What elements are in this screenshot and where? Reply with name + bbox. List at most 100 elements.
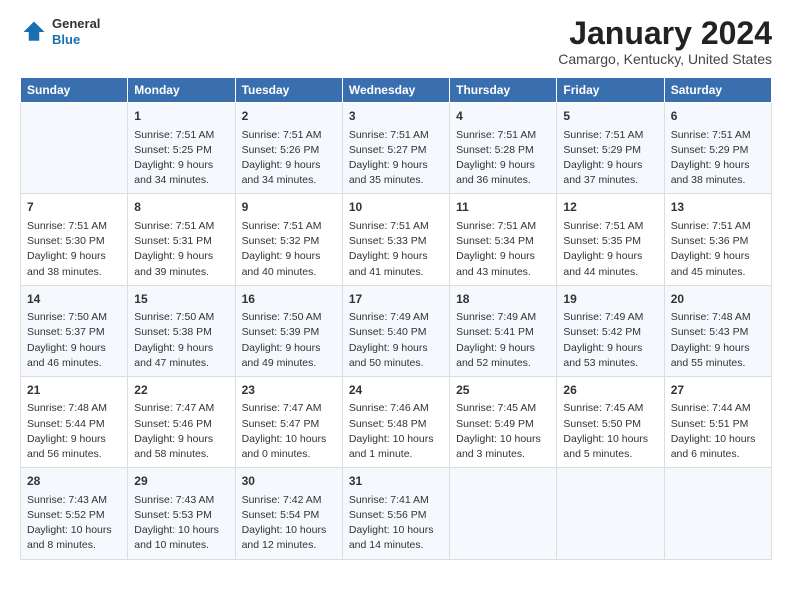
day-header-tuesday: Tuesday	[235, 78, 342, 103]
cell-content: Sunrise: 7:51 AM Sunset: 5:25 PM Dayligh…	[134, 128, 228, 189]
cell-content: Sunrise: 7:48 AM Sunset: 5:44 PM Dayligh…	[27, 401, 121, 462]
cell-content: Sunrise: 7:51 AM Sunset: 5:28 PM Dayligh…	[456, 128, 550, 189]
calendar-cell: 14 Sunrise: 7:50 AM Sunset: 5:37 PM Dayli…	[21, 285, 128, 376]
logo: General Blue	[20, 16, 100, 47]
day-number: 23	[242, 382, 336, 399]
week-row-2: 7 Sunrise: 7:51 AM Sunset: 5:30 PM Daylig…	[21, 194, 772, 285]
cell-content: Sunrise: 7:50 AM Sunset: 5:38 PM Dayligh…	[134, 310, 228, 371]
calendar-cell	[557, 468, 664, 559]
page-header: General Blue January 2024 Camargo, Kentu…	[20, 16, 772, 67]
day-number: 6	[671, 108, 765, 125]
cell-content: Sunrise: 7:51 AM Sunset: 5:29 PM Dayligh…	[671, 128, 765, 189]
calendar-cell: 20 Sunrise: 7:48 AM Sunset: 5:43 PM Dayli…	[664, 285, 771, 376]
cell-content: Sunrise: 7:51 AM Sunset: 5:36 PM Dayligh…	[671, 219, 765, 280]
calendar-cell	[21, 103, 128, 194]
day-number: 15	[134, 291, 228, 308]
calendar-header: SundayMondayTuesdayWednesdayThursdayFrid…	[21, 78, 772, 103]
cell-content: Sunrise: 7:49 AM Sunset: 5:41 PM Dayligh…	[456, 310, 550, 371]
day-number: 7	[27, 199, 121, 216]
day-number: 27	[671, 382, 765, 399]
calendar-cell: 16 Sunrise: 7:50 AM Sunset: 5:39 PM Dayli…	[235, 285, 342, 376]
week-row-5: 28Sunrise: 7:43 AM Sunset: 5:52 PM Dayli…	[21, 468, 772, 559]
day-number: 16	[242, 291, 336, 308]
day-number: 19	[563, 291, 657, 308]
day-header-monday: Monday	[128, 78, 235, 103]
calendar-cell: 27 Sunrise: 7:44 AM Sunset: 5:51 PM Dayli…	[664, 376, 771, 467]
day-number: 3	[349, 108, 443, 125]
calendar-cell	[450, 468, 557, 559]
calendar-cell: 15 Sunrise: 7:50 AM Sunset: 5:38 PM Dayli…	[128, 285, 235, 376]
cell-content: Sunrise: 7:45 AM Sunset: 5:50 PM Dayligh…	[563, 401, 657, 462]
day-number: 12	[563, 199, 657, 216]
cell-content: Sunrise: 7:45 AM Sunset: 5:49 PM Dayligh…	[456, 401, 550, 462]
day-number: 21	[27, 382, 121, 399]
calendar-cell: 17Sunrise: 7:49 AM Sunset: 5:40 PM Dayli…	[342, 285, 449, 376]
logo-text: General Blue	[52, 16, 100, 47]
calendar-cell: 30Sunrise: 7:42 AM Sunset: 5:54 PM Dayli…	[235, 468, 342, 559]
calendar-cell: 25 Sunrise: 7:45 AM Sunset: 5:49 PM Dayli…	[450, 376, 557, 467]
calendar-cell: 26Sunrise: 7:45 AM Sunset: 5:50 PM Dayli…	[557, 376, 664, 467]
calendar-cell: 23 Sunrise: 7:47 AM Sunset: 5:47 PM Dayli…	[235, 376, 342, 467]
cell-content: Sunrise: 7:42 AM Sunset: 5:54 PM Dayligh…	[242, 493, 336, 554]
calendar-cell: 10 Sunrise: 7:51 AM Sunset: 5:33 PM Dayli…	[342, 194, 449, 285]
cell-content: Sunrise: 7:41 AM Sunset: 5:56 PM Dayligh…	[349, 493, 443, 554]
cell-content: Sunrise: 7:51 AM Sunset: 5:33 PM Dayligh…	[349, 219, 443, 280]
day-header-friday: Friday	[557, 78, 664, 103]
calendar-cell: 3Sunrise: 7:51 AM Sunset: 5:27 PM Daylig…	[342, 103, 449, 194]
cell-content: Sunrise: 7:51 AM Sunset: 5:34 PM Dayligh…	[456, 219, 550, 280]
day-number: 29	[134, 473, 228, 490]
calendar-cell: 21 Sunrise: 7:48 AM Sunset: 5:44 PM Dayli…	[21, 376, 128, 467]
calendar-cell: 8Sunrise: 7:51 AM Sunset: 5:31 PM Daylig…	[128, 194, 235, 285]
day-number: 10	[349, 199, 443, 216]
page-title: January 2024	[558, 16, 772, 51]
calendar-cell: 5 Sunrise: 7:51 AM Sunset: 5:29 PM Daylig…	[557, 103, 664, 194]
calendar-cell: 2Sunrise: 7:51 AM Sunset: 5:26 PM Daylig…	[235, 103, 342, 194]
cell-content: Sunrise: 7:46 AM Sunset: 5:48 PM Dayligh…	[349, 401, 443, 462]
week-row-4: 21 Sunrise: 7:48 AM Sunset: 5:44 PM Dayli…	[21, 376, 772, 467]
cell-content: Sunrise: 7:50 AM Sunset: 5:37 PM Dayligh…	[27, 310, 121, 371]
cell-content: Sunrise: 7:50 AM Sunset: 5:39 PM Dayligh…	[242, 310, 336, 371]
day-number: 17	[349, 291, 443, 308]
calendar-cell: 31 Sunrise: 7:41 AM Sunset: 5:56 PM Dayli…	[342, 468, 449, 559]
day-number: 5	[563, 108, 657, 125]
calendar-body: 1 Sunrise: 7:51 AM Sunset: 5:25 PM Daylig…	[21, 103, 772, 559]
week-row-1: 1 Sunrise: 7:51 AM Sunset: 5:25 PM Daylig…	[21, 103, 772, 194]
day-number: 18	[456, 291, 550, 308]
day-number: 8	[134, 199, 228, 216]
calendar-cell	[664, 468, 771, 559]
logo-icon	[20, 18, 48, 46]
calendar-cell: 24Sunrise: 7:46 AM Sunset: 5:48 PM Dayli…	[342, 376, 449, 467]
cell-content: Sunrise: 7:51 AM Sunset: 5:30 PM Dayligh…	[27, 219, 121, 280]
calendar-cell: 19 Sunrise: 7:49 AM Sunset: 5:42 PM Dayli…	[557, 285, 664, 376]
day-number: 14	[27, 291, 121, 308]
day-header-wednesday: Wednesday	[342, 78, 449, 103]
cell-content: Sunrise: 7:51 AM Sunset: 5:35 PM Dayligh…	[563, 219, 657, 280]
calendar-cell: 6 Sunrise: 7:51 AM Sunset: 5:29 PM Daylig…	[664, 103, 771, 194]
day-number: 1	[134, 108, 228, 125]
cell-content: Sunrise: 7:47 AM Sunset: 5:46 PM Dayligh…	[134, 401, 228, 462]
calendar-cell: 18 Sunrise: 7:49 AM Sunset: 5:41 PM Dayli…	[450, 285, 557, 376]
cell-content: Sunrise: 7:49 AM Sunset: 5:42 PM Dayligh…	[563, 310, 657, 371]
calendar-cell: 1 Sunrise: 7:51 AM Sunset: 5:25 PM Daylig…	[128, 103, 235, 194]
day-number: 25	[456, 382, 550, 399]
calendar-table: SundayMondayTuesdayWednesdayThursdayFrid…	[20, 77, 772, 559]
calendar-cell: 11 Sunrise: 7:51 AM Sunset: 5:34 PM Dayli…	[450, 194, 557, 285]
calendar-cell: 29 Sunrise: 7:43 AM Sunset: 5:53 PM Dayli…	[128, 468, 235, 559]
day-number: 31	[349, 473, 443, 490]
day-number: 11	[456, 199, 550, 216]
day-header-thursday: Thursday	[450, 78, 557, 103]
day-number: 13	[671, 199, 765, 216]
day-number: 20	[671, 291, 765, 308]
cell-content: Sunrise: 7:44 AM Sunset: 5:51 PM Dayligh…	[671, 401, 765, 462]
calendar-cell: 9 Sunrise: 7:51 AM Sunset: 5:32 PM Daylig…	[235, 194, 342, 285]
calendar-cell: 28Sunrise: 7:43 AM Sunset: 5:52 PM Dayli…	[21, 468, 128, 559]
calendar-cell: 4Sunrise: 7:51 AM Sunset: 5:28 PM Daylig…	[450, 103, 557, 194]
logo-general: General	[52, 16, 100, 32]
cell-content: Sunrise: 7:47 AM Sunset: 5:47 PM Dayligh…	[242, 401, 336, 462]
cell-content: Sunrise: 7:51 AM Sunset: 5:29 PM Dayligh…	[563, 128, 657, 189]
cell-content: Sunrise: 7:51 AM Sunset: 5:32 PM Dayligh…	[242, 219, 336, 280]
day-number: 2	[242, 108, 336, 125]
cell-content: Sunrise: 7:48 AM Sunset: 5:43 PM Dayligh…	[671, 310, 765, 371]
cell-content: Sunrise: 7:43 AM Sunset: 5:53 PM Dayligh…	[134, 493, 228, 554]
day-number: 9	[242, 199, 336, 216]
